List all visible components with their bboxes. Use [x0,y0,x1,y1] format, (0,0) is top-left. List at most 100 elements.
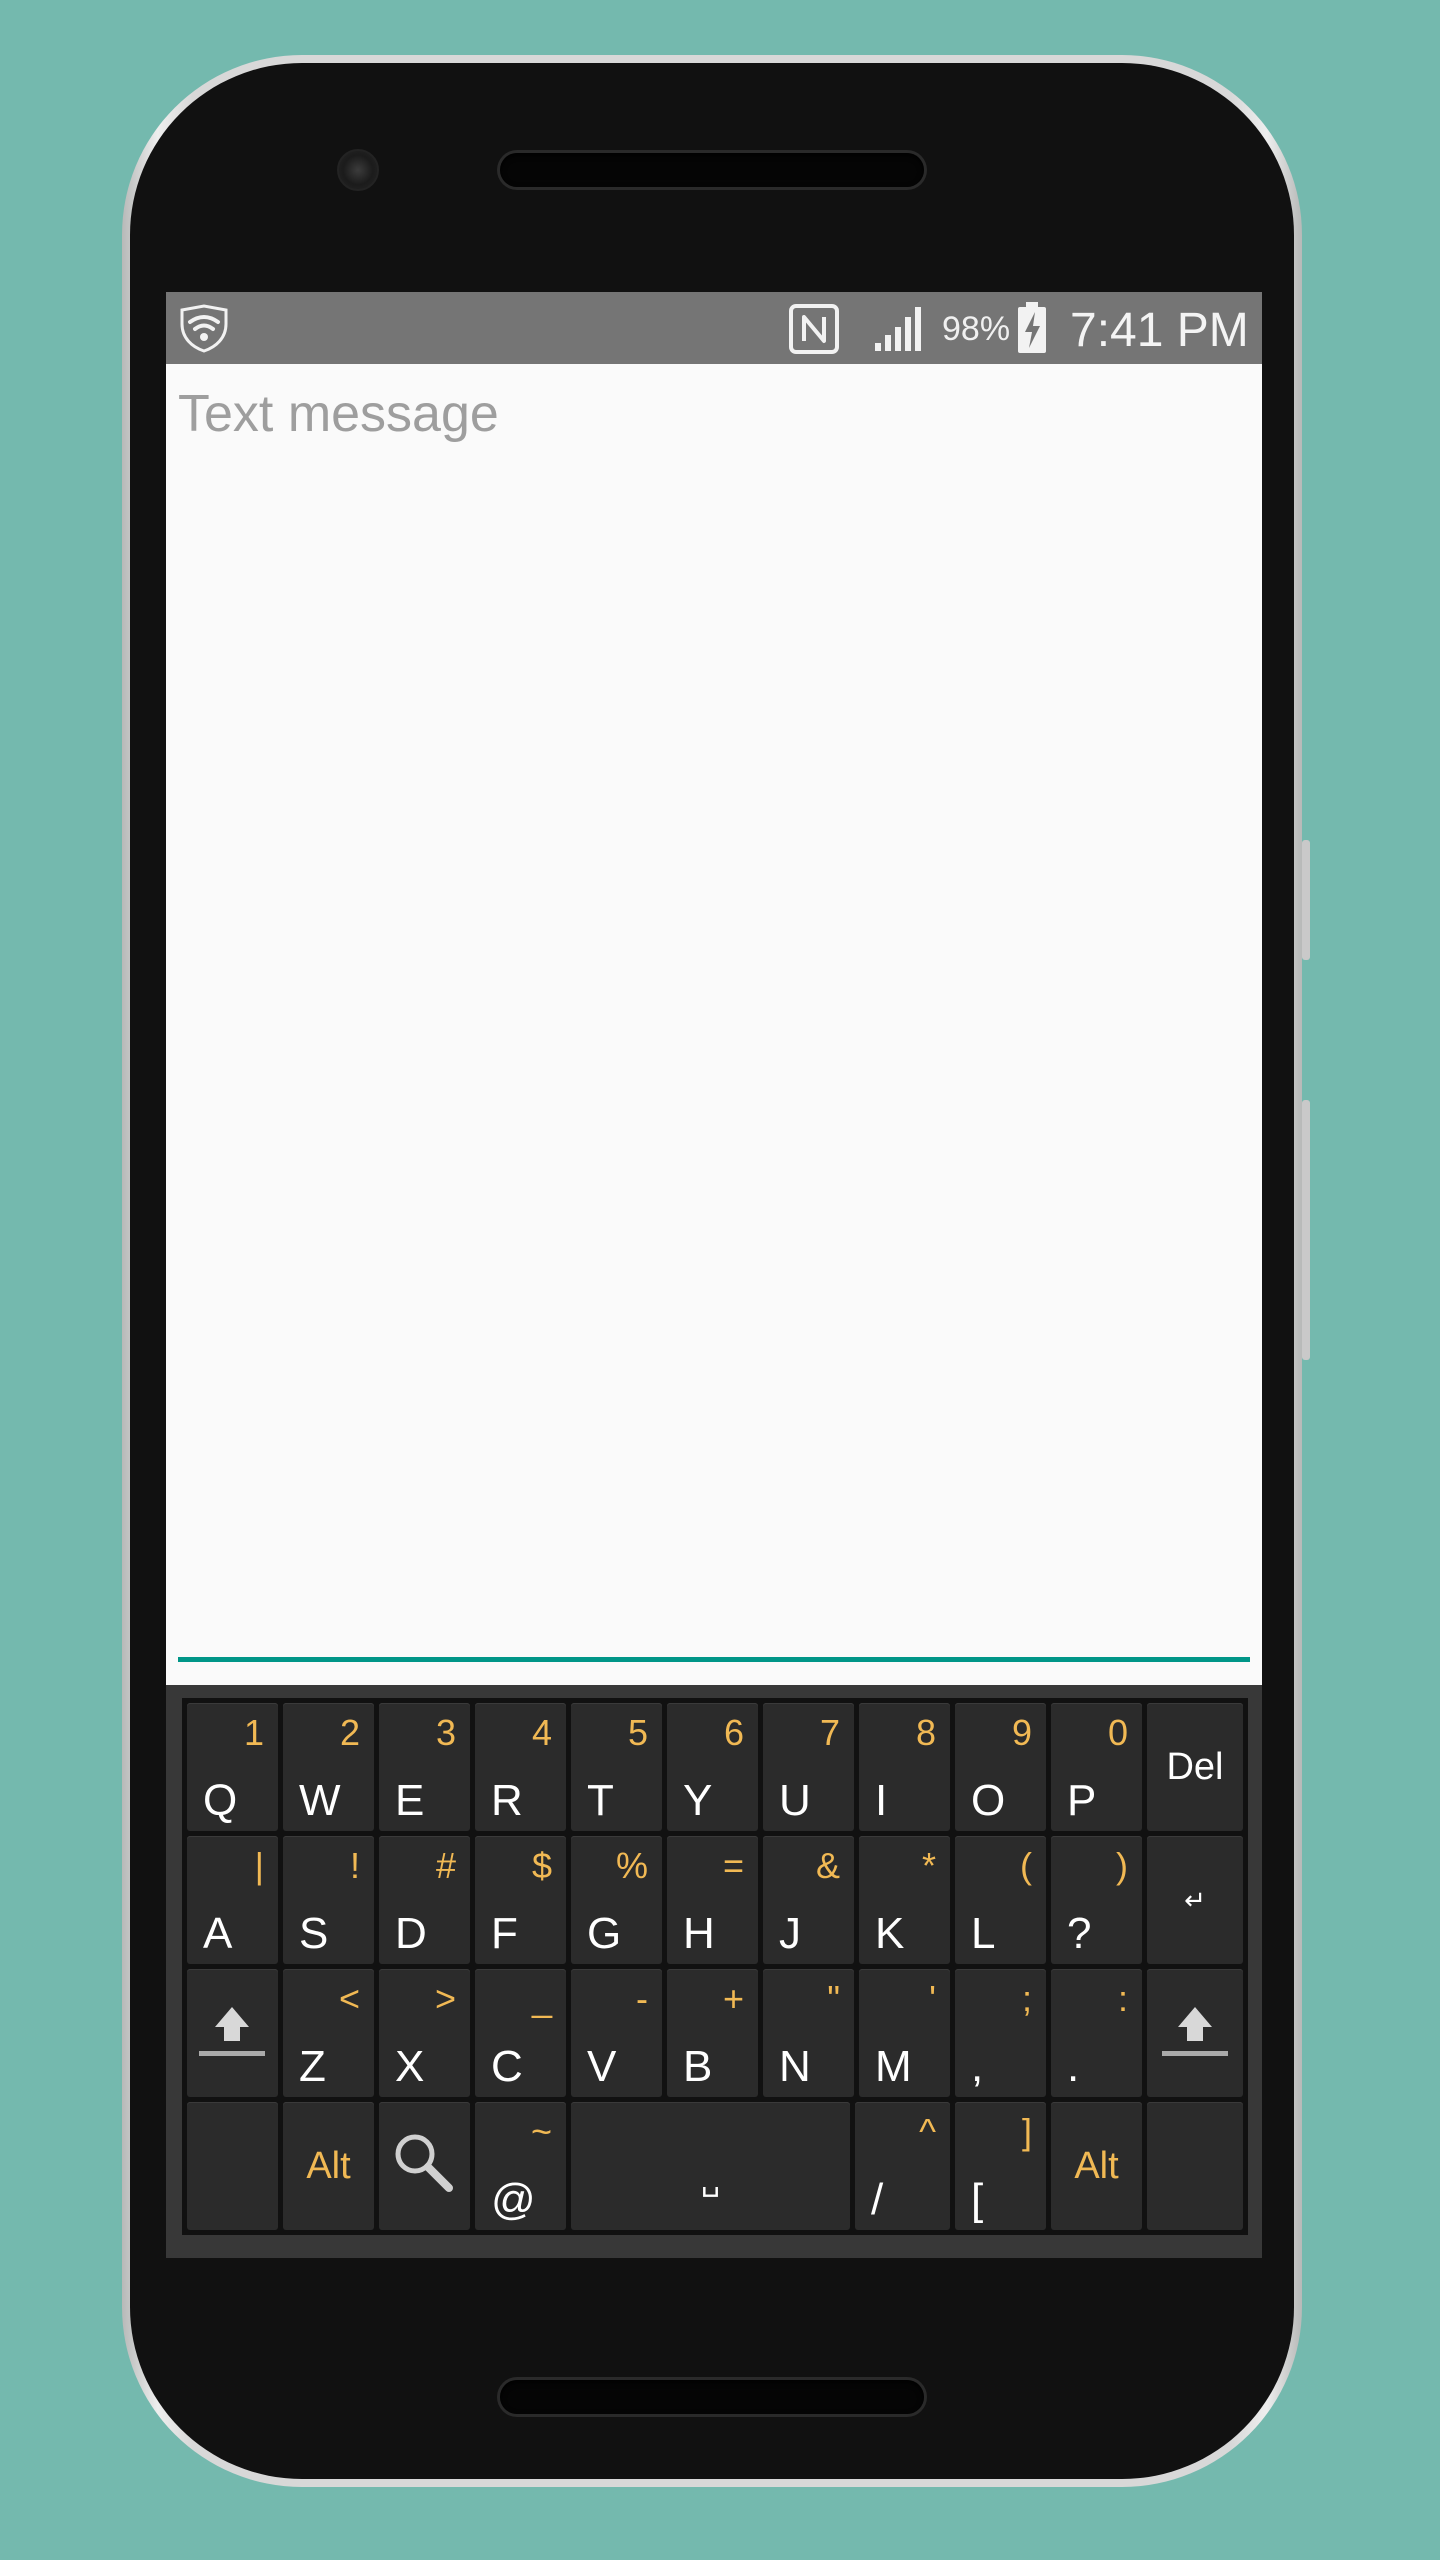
key-primary: S [299,1909,329,1958]
key-comma[interactable]: ; , [955,1969,1046,2097]
key-e[interactable]: 3 E [379,1703,470,1831]
shift-icon [199,2007,265,2056]
key-secondary: - [636,1978,648,2019]
key-primary: D [395,1909,427,1958]
key-j[interactable]: & J [763,1836,854,1964]
key-secondary: 2 [339,1712,360,1753]
key-primary: Q [203,1776,238,1825]
key-primary: G [587,1909,622,1958]
key-primary: I [875,1776,888,1825]
key-primary: A [203,1909,233,1958]
status-bar: 98% 7:41 PM [166,292,1262,364]
key-primary: L [971,1909,996,1958]
clock: 7:41 PM [1070,304,1249,357]
blank-key-right[interactable] [1147,2102,1243,2230]
key-secondary: 1 [243,1712,264,1753]
key-v[interactable]: - V [571,1969,662,2097]
key-secondary: ! [349,1845,360,1886]
key-slash[interactable]: ^ / [855,2102,950,2230]
key-secondary: + [722,1978,744,2019]
key-secondary: " [827,1978,840,2019]
key-secondary: : [1117,1978,1128,2019]
key-i[interactable]: 8 I [859,1703,950,1831]
battery-percent: 98% [942,310,1011,348]
key-x[interactable]: > X [379,1969,470,2097]
key-o[interactable]: 9 O [955,1703,1046,1831]
key-primary: O [971,1776,1006,1825]
key-primary: ? [1067,1909,1092,1958]
key-d[interactable]: # D [379,1836,470,1964]
shift-icon [1162,2007,1228,2056]
key-primary: K [875,1909,905,1958]
key-secondary: | [254,1845,264,1886]
key-secondary: ~ [530,2111,552,2152]
key-primary: M [875,2042,912,2091]
key-h[interactable]: = H [667,1836,758,1964]
key-l[interactable]: ( L [955,1836,1046,1964]
key-secondary: 4 [531,1712,552,1753]
key-primary: W [299,1776,341,1825]
key-secondary: = [722,1845,744,1886]
volume-button [1302,840,1310,960]
key-primary: N [779,2042,811,2091]
key-secondary: & [815,1845,840,1886]
shield-wifi-icon [180,304,228,353]
keyboard-keys: 1 Q 2 W 3 E 4 R 5 T 6 Y 7 U 8 I 9 O 0 P … [182,1698,1248,2235]
key-primary: J [779,1909,801,1958]
key-b[interactable]: + B [667,1969,758,2097]
space-key[interactable]: ␣ [571,2102,850,2230]
key-secondary: ^ [919,2111,936,2152]
key-r[interactable]: 4 R [475,1703,566,1831]
keyboard: 1 Q 2 W 3 E 4 R 5 T 6 Y 7 U 8 I 9 O 0 P … [166,1685,1262,2258]
key-n[interactable]: " N [763,1969,854,2097]
key-secondary: 8 [915,1712,936,1753]
key-z[interactable]: < Z [283,1969,374,2097]
key-c[interactable]: _ C [475,1969,566,2097]
key-g[interactable]: % G [571,1836,662,1964]
key-secondary: ; [1021,1978,1032,2019]
key-q[interactable]: 1 Q [187,1703,278,1831]
key-period[interactable]: : . [1051,1969,1142,2097]
key-u[interactable]: 7 U [763,1703,854,1831]
key-f[interactable]: $ F [475,1836,566,1964]
shift-key-right[interactable] [1147,1969,1243,2097]
key-bracket[interactable]: ] [ [955,2102,1046,2230]
enter-key[interactable]: ↵ [1147,1836,1243,1964]
key-secondary: ) [1116,1845,1128,1886]
alt-key-right[interactable]: Alt [1051,2102,1142,2230]
key-primary: F [491,1909,518,1958]
alt-key-left[interactable]: Alt [283,2102,374,2230]
key-secondary: 5 [627,1712,648,1753]
key-secondary: < [338,1978,360,2019]
delete-key[interactable]: Del [1147,1703,1243,1831]
key-w[interactable]: 2 W [283,1703,374,1831]
bottom-speaker [500,2380,924,2414]
blank-key-left[interactable] [187,2102,278,2230]
key-p[interactable]: 0 P [1051,1703,1142,1831]
key-primary: U [779,1776,811,1825]
key-y[interactable]: 6 Y [667,1703,758,1831]
key-secondary: 7 [819,1712,840,1753]
battery-charging-icon [1018,302,1046,353]
key-t[interactable]: 5 T [571,1703,662,1831]
search-key[interactable] [379,2102,470,2230]
enter-icon: ↵ [1184,1885,1206,1915]
key-primary: @ [491,2175,536,2224]
key-s[interactable]: ! S [283,1836,374,1964]
key-at[interactable]: ~ @ [475,2102,566,2230]
key-primary: , [971,2042,984,2091]
shift-key-left[interactable] [187,1969,278,2097]
key-secondary: * [921,1845,936,1886]
screen: 98% 7:41 PM 1 Q 2 W 3 E 4 [166,292,1262,2258]
key-primary: P [1067,1776,1097,1825]
alt-key-label: Alt [306,2145,351,2187]
key-secondary: # [435,1845,456,1886]
key-secondary: > [434,1978,456,2019]
key-m[interactable]: ' M [859,1969,950,2097]
delete-key-label: Del [1166,1746,1224,1788]
key-primary: B [683,2042,713,2091]
key-a[interactable]: | A [187,1836,278,1964]
key-question[interactable]: ) ? [1051,1836,1142,1964]
key-secondary: ( [1020,1845,1032,1886]
key-k[interactable]: * K [859,1836,950,1964]
